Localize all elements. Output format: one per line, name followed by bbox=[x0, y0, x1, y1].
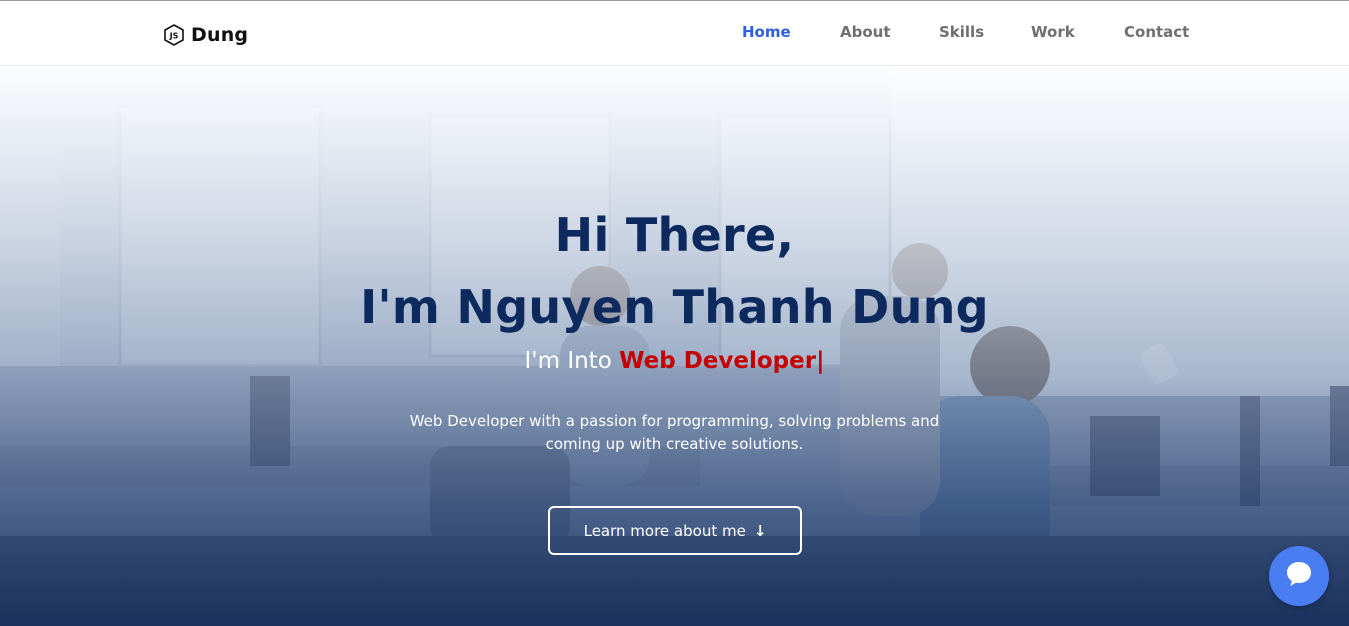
learn-more-button[interactable]: Learn more about me ↓ bbox=[548, 506, 802, 555]
nav-skills[interactable]: Skills bbox=[939, 23, 984, 41]
hero-section: Hi There, I'm Nguyen Thanh Dung I'm Into… bbox=[0, 66, 1349, 626]
arrow-down-icon: ↓ bbox=[753, 521, 767, 540]
nav-menu: Home About Skills Work Contact bbox=[0, 1, 1349, 66]
nav-about[interactable]: About bbox=[840, 23, 891, 41]
typing-line: I'm Into Web Developer| bbox=[0, 348, 1349, 374]
hero-greeting: Hi There, bbox=[554, 208, 795, 262]
hero-description: Web Developer with a passion for program… bbox=[409, 412, 940, 453]
nav-contact[interactable]: Contact bbox=[1124, 23, 1189, 41]
nav-work[interactable]: Work bbox=[1031, 23, 1075, 41]
typing-prefix: I'm Into bbox=[524, 348, 620, 374]
typing-role: Web Developer| bbox=[619, 348, 825, 374]
nav-home[interactable]: Home bbox=[742, 23, 791, 41]
chat-widget-button[interactable] bbox=[1269, 546, 1329, 606]
hero-content: Hi There, I'm Nguyen Thanh Dung I'm Into… bbox=[0, 66, 1349, 626]
learn-more-label: Learn more about me bbox=[583, 521, 746, 540]
hero-name: I'm Nguyen Thanh Dung bbox=[360, 280, 989, 334]
navbar: JS Dung Home About Skills Work Contact bbox=[0, 1, 1349, 66]
chat-bubble-icon bbox=[1284, 559, 1314, 593]
